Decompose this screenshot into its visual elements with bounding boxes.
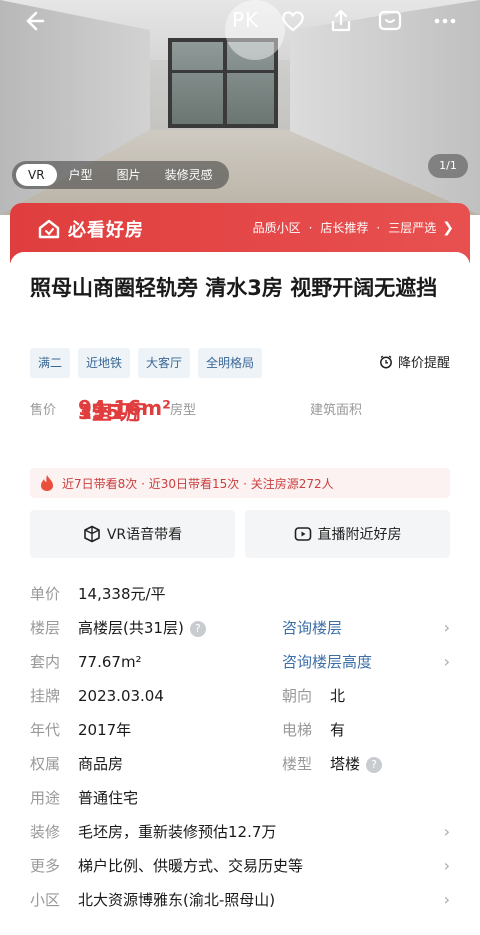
vr-cube-icon	[84, 525, 100, 543]
tab-photos[interactable]: 图片	[105, 164, 153, 186]
back-arrow-icon[interactable]	[18, 8, 48, 38]
stat-label: 建筑面积	[310, 403, 363, 418]
detail-row-decoration[interactable]: 装修 毛坯房，重新装修预估12.7万 ›	[30, 815, 450, 849]
detail-row-community[interactable]: 小区 北大资源博雅东(渝北-照母山) ›	[30, 883, 450, 917]
banner-brand: 必看好房	[68, 220, 144, 241]
alarm-clock-icon	[380, 354, 392, 368]
detail-row-year: 年代 2017年 电梯 有	[30, 713, 450, 747]
detail-key: 套内	[30, 653, 61, 671]
stat-label: 房型	[170, 403, 197, 418]
help-icon[interactable]: ?	[366, 757, 383, 773]
chevron-right-icon: ›	[443, 822, 450, 841]
price-alert-label: 降价提醒	[397, 356, 450, 371]
detail-row-usage: 用途 普通住宅	[30, 781, 450, 815]
house-logo-icon	[38, 219, 60, 239]
message-icon[interactable]	[375, 8, 405, 38]
help-icon[interactable]: ?	[189, 621, 206, 637]
more-icon[interactable]	[430, 8, 460, 38]
listing-title: 照母山商圈轻轨旁 清水3房 视野开阔无遮挡	[30, 276, 438, 300]
feature-tags: 满二 近地铁 大客厅 全明格局	[30, 348, 270, 378]
detail-key: 权属	[30, 755, 61, 773]
feature-tag: 大客厅	[138, 348, 191, 378]
chevron-right-icon: ›	[443, 652, 450, 671]
vr-tour-button[interactable]: VR语音带看	[30, 510, 235, 558]
hero-photo[interactable]: PK VR 户型 图片 装修灵感 1/1	[0, 0, 480, 215]
banner-tag: 店长推荐	[320, 221, 369, 235]
live-stream-label: 直播附近好房	[317, 527, 402, 543]
share-icon[interactable]	[326, 8, 356, 38]
tab-decoration-ideas[interactable]: 装修灵感	[153, 164, 225, 186]
chevron-right-icon: ›	[443, 890, 450, 909]
stat-layout: 3室1厅 房型	[78, 396, 310, 424]
detail-key: 朝向	[282, 687, 313, 705]
detail-key: 用途	[30, 789, 61, 807]
detail-value: 77.67m²	[78, 653, 142, 671]
key-stats: 135万 售价 3室1厅 房型 94.16m² 建筑面积	[30, 396, 450, 424]
vr-tour-label: VR语音带看	[106, 527, 183, 543]
feature-tag: 满二	[30, 348, 71, 378]
detail-key: 楼型	[282, 755, 313, 773]
detail-row-floor[interactable]: 楼层 高楼层(共31层)? 咨询楼层 ›	[30, 611, 450, 645]
banner-tag: 三层严选	[388, 221, 437, 235]
banner-tags: 品质小区 · 店长推荐 · 三层严选 ❯	[252, 219, 454, 236]
listing-card: 照母山商圈轻轨旁 清水3房 视野开阔无遮挡 满二 近地铁 大客厅 全明格局 降价…	[10, 252, 470, 935]
heart-icon[interactable]	[278, 8, 308, 38]
tab-floorplan[interactable]: 户型	[57, 164, 105, 186]
detail-value: 北大资源博雅东(渝北-照母山)	[78, 891, 276, 909]
popularity-text: 近7日带看8次 · 近30日带看15次 · 关注房源272人	[62, 476, 334, 491]
detail-value-wrap: 高楼层(共31层)?	[78, 611, 206, 645]
chevron-right-icon: ❯	[442, 219, 454, 236]
detail-key: 电梯	[282, 721, 313, 739]
detail-row-ownership: 权属 商品房 楼型 塔楼?	[30, 747, 450, 781]
detail-list: 单价 14,338元/平 楼层 高楼层(共31层)? 咨询楼层 › 套内 77.…	[30, 577, 450, 917]
photo-counter: 1/1	[428, 154, 468, 178]
action-buttons: VR语音带看 直播附近好房	[30, 510, 450, 558]
detail-value: 有	[330, 721, 346, 739]
detail-value: 普通住宅	[78, 789, 139, 807]
banner-logo: 必看好房	[38, 216, 144, 242]
detail-value: 塔楼	[330, 755, 361, 773]
detail-value: 北	[330, 687, 346, 705]
detail-value: 2017年	[78, 721, 132, 739]
detail-key: 装修	[30, 823, 61, 841]
live-stream-button[interactable]: 直播附近好房	[245, 510, 450, 558]
detail-row-more[interactable]: 更多 梯户比例、供暖方式、交易历史等 ›	[30, 849, 450, 883]
fire-icon	[41, 475, 53, 491]
detail-value: 14,338元/平	[78, 585, 166, 603]
detail-value: 梯户比例、供暖方式、交易历史等	[78, 857, 304, 875]
ask-floor-link[interactable]: 咨询楼层	[282, 611, 342, 645]
play-video-icon	[294, 527, 311, 541]
banner-tag: 品质小区	[252, 221, 301, 235]
detail-row-inner-area[interactable]: 套内 77.67m² 咨询楼层高度 ›	[30, 645, 450, 679]
chevron-right-icon: ›	[443, 618, 450, 637]
pk-compare-button[interactable]: PK	[232, 8, 259, 32]
detail-key: 楼层	[30, 619, 61, 637]
detail-value: 毛坯房，重新装修预估12.7万	[78, 823, 277, 841]
price-alert-button[interactable]: 降价提醒	[379, 352, 450, 371]
feature-tag: 近地铁	[78, 348, 131, 378]
detail-key: 挂牌	[30, 687, 61, 705]
feature-tag: 全明格局	[198, 348, 263, 378]
detail-key: 小区	[30, 891, 61, 909]
detail-key: 年代	[30, 721, 61, 739]
detail-value: 2023.03.04	[78, 687, 164, 705]
detail-row-unit-price: 单价 14,338元/平	[30, 577, 450, 611]
popularity-bar: 近7日带看8次 · 近30日带看15次 · 关注房源272人	[30, 468, 450, 498]
chevron-right-icon: ›	[443, 856, 450, 875]
detail-value: 商品房	[78, 755, 124, 773]
detail-value-wrap: 塔楼?	[330, 747, 383, 781]
ask-floor-height-link[interactable]: 咨询楼层高度	[282, 645, 372, 679]
tab-vr[interactable]: VR	[16, 164, 57, 186]
detail-key: 单价	[30, 585, 61, 603]
stat-area: 94.16m² 建筑面积	[78, 396, 450, 420]
top-navigation-bar: PK	[0, 0, 480, 46]
detail-value: 高楼层(共31层)	[78, 619, 184, 637]
detail-row-listed: 挂牌 2023.03.04 朝向 北	[30, 679, 450, 713]
stat-value: 94.16m²	[78, 396, 171, 420]
media-tabs: VR 户型 图片 装修灵感	[12, 161, 229, 189]
detail-key: 更多	[30, 857, 61, 875]
